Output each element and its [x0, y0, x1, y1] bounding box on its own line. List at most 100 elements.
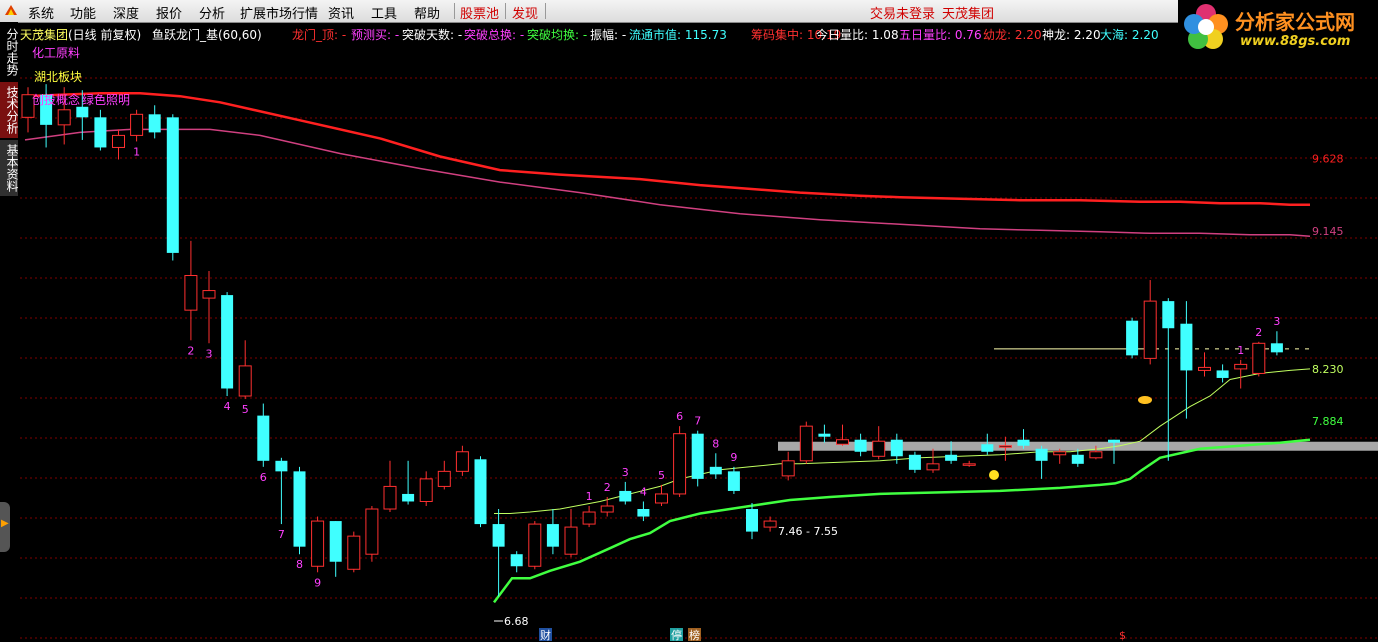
kline-chart[interactable]: 12 34 56789123456 7891239.6289.1458.2307.88…: [0, 0, 1378, 642]
indicator-item: 今日量比: 1.08: [816, 28, 899, 42]
candle-body-down: [1108, 439, 1120, 443]
tab-intraday[interactable]: 分时走势: [0, 24, 19, 80]
login-status[interactable]: 交易未登录: [870, 3, 935, 22]
menu-help[interactable]: 帮助: [414, 3, 440, 22]
count-label: 1: [1237, 344, 1244, 357]
side-tab-bar: 分时走势 技术分析 基本资料 ▶: [0, 22, 19, 642]
candle-body-down: [1180, 323, 1193, 371]
menu-stock-pool[interactable]: 股票池: [460, 3, 499, 22]
candle-body-down: [221, 295, 234, 389]
count-label: 6: [260, 471, 267, 484]
candle-body-up: [836, 439, 849, 445]
header-stock: 天茂集团: [20, 28, 69, 42]
count-label: 3: [622, 466, 629, 479]
menu-news[interactable]: 资讯: [328, 3, 354, 22]
indicator-item: 大海: 2.20: [1100, 28, 1159, 42]
candle-body-up: [600, 505, 614, 513]
candle-body-down: [148, 114, 161, 133]
candle-body-up: [799, 425, 813, 462]
indicator-item: 预测买: -: [351, 28, 400, 42]
candle-body-down: [1017, 439, 1030, 446]
indicator-item: 流通市值: 115.73: [629, 28, 727, 42]
candle-body-up: [998, 445, 1012, 448]
header-formula[interactable]: 鱼跃龙门_基(60,60): [152, 26, 262, 43]
menu-system[interactable]: 系统: [28, 3, 54, 22]
count-label: 1: [586, 490, 593, 503]
candle-body-up: [238, 365, 252, 397]
count-label: 9: [730, 451, 737, 464]
price-label: 9.628: [1312, 152, 1344, 165]
candle-body-up: [1198, 366, 1211, 371]
indicator-item: 神龙: 2.20: [1042, 28, 1101, 42]
flower-logo-icon: [1184, 4, 1228, 49]
candle-body-up: [926, 463, 940, 471]
count-label: 5: [242, 403, 249, 416]
panel-toggle-handle[interactable]: ▶: [0, 502, 10, 552]
tab-fundamentals[interactable]: 基本资料: [0, 140, 19, 196]
candle-body-up: [763, 520, 777, 528]
candle-body-down: [275, 460, 288, 472]
count-label: 7: [694, 415, 701, 428]
candle-body-up: [347, 535, 361, 570]
candle-body-down: [510, 554, 523, 567]
candle-body-down: [1071, 454, 1084, 464]
candle-body-up: [781, 460, 795, 477]
app-logo-icon: [5, 5, 17, 15]
count-label: 1: [133, 145, 140, 158]
candle-body-up: [383, 485, 397, 510]
count-label: 7: [278, 528, 285, 541]
candle-body-down: [76, 106, 89, 118]
menu-depth[interactable]: 深度: [113, 3, 139, 22]
gold-ingot-icon: [1138, 396, 1152, 404]
indicator-item: 幼龙: 2.20: [983, 28, 1042, 42]
brand-url[interactable]: www.88gs.com: [1240, 34, 1350, 49]
count-label: 4: [224, 400, 231, 413]
indicator-item: 五日量比: 0.76: [899, 28, 982, 42]
candle-body-up: [962, 463, 976, 466]
indicator-item: 振幅: -: [590, 28, 627, 42]
candle-body-up: [311, 520, 325, 567]
menu-function[interactable]: 功能: [70, 3, 96, 22]
indicator-item: 突破总换: -: [464, 28, 525, 42]
count-label: 8: [712, 437, 719, 450]
count-label: 2: [187, 344, 194, 357]
current-stock-name: 天茂集团: [942, 7, 995, 22]
note-sector: 化工原料: [32, 46, 81, 60]
candle-body-up: [872, 440, 886, 457]
support-green-line: [492, 438, 1311, 604]
menu-analysis[interactable]: 分析: [199, 3, 225, 22]
candle-body-up: [1234, 363, 1248, 370]
count-label: 3: [1273, 315, 1280, 328]
note-region: 湖北板块: [34, 70, 83, 84]
candle-body-down: [908, 454, 921, 470]
tab-technical-analysis[interactable]: 技术分析: [0, 82, 19, 138]
candle-body-down: [945, 454, 958, 461]
candle-body-down: [619, 490, 632, 502]
candle-body-down: [1270, 343, 1283, 353]
candle-body-up: [655, 493, 668, 504]
menu-tools[interactable]: 工具: [371, 3, 397, 22]
marker-dollar: $: [1119, 629, 1126, 642]
candle-body-up: [528, 523, 542, 567]
candle-body-up: [419, 478, 433, 502]
count-label: 9: [314, 576, 321, 589]
range-label: 7.46 - 7.55: [778, 525, 838, 538]
menu-quote[interactable]: 报价: [156, 3, 182, 22]
candle-body-up: [1053, 451, 1067, 456]
candle-body-down: [709, 466, 722, 475]
menu-extended-market[interactable]: 扩展市场行情: [240, 3, 318, 22]
note-concept-2: 绿色照明: [82, 93, 131, 107]
candle-body-down: [1162, 301, 1175, 329]
menu-divider: [505, 3, 506, 19]
candle-body-down: [1216, 370, 1229, 378]
candle-body-down: [293, 471, 306, 547]
count-label: 2: [1255, 326, 1262, 339]
ma-red-line: [24, 91, 1310, 206]
note-concept-1: 创投概念: [32, 93, 81, 107]
candle-body-up: [365, 508, 379, 555]
arrow-right-icon: ▶: [1, 518, 9, 529]
header-mode: (日线 前复权): [68, 28, 142, 42]
count-label: 5: [658, 469, 665, 482]
candle-body-up: [112, 134, 125, 148]
menu-discover[interactable]: 发现: [512, 3, 538, 22]
